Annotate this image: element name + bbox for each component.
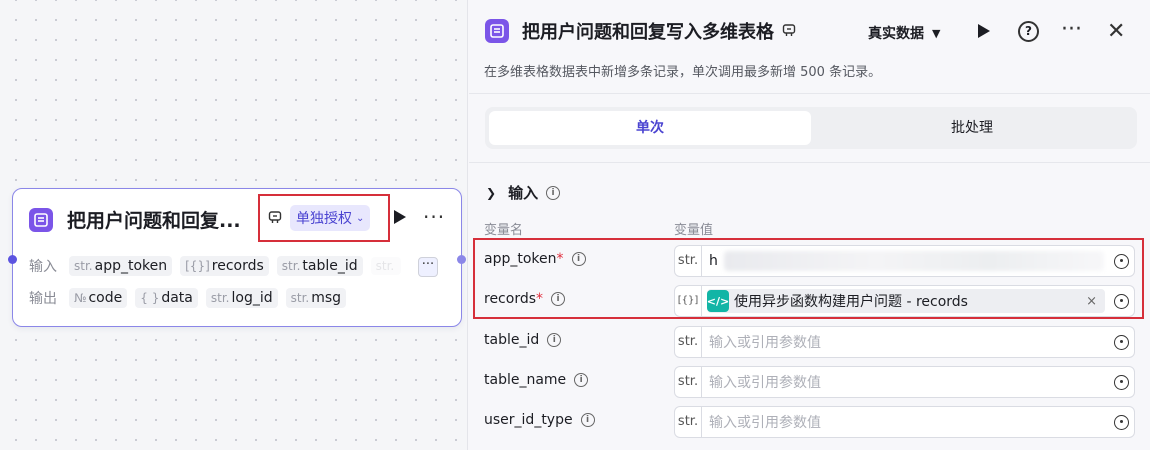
caret-down-icon: ▼ [932,26,941,40]
more-inputs-button[interactable]: ··· [418,257,438,277]
reference-chip[interactable]: </> 使用异步函数构建用户问题 - records × [707,289,1105,313]
panel-title: 把用户问题和回复写入多维表格 [522,22,774,43]
reference-target-icon[interactable] [1114,374,1129,390]
placeholder-text: 输入或引用参数值 [709,375,821,391]
param-value: h [709,253,718,269]
info-icon[interactable]: i [571,252,586,266]
param-row: table_name i str. 输入或引用参数值 [484,366,1135,398]
output-label: 输出 [29,291,57,307]
param-name: table_id [484,332,540,348]
type-label: str. [675,407,702,437]
auth-label: 单独授权 [296,211,352,227]
output-tag: { } data [135,288,198,308]
param-name: table_name [484,372,567,388]
required-mark: * [536,291,544,307]
bitable-app-icon [485,19,509,43]
output-tag: str. log_id [205,288,278,308]
reference-target-icon[interactable] [1114,253,1129,269]
reference-target-icon[interactable] [1114,334,1129,350]
placeholder-text: 输入或引用参数值 [709,415,821,431]
table-name-input[interactable]: str. 输入或引用参数值 [674,366,1135,398]
divider [469,162,1150,163]
node-outputs-row: 输出 № code { } data str. log_id str. msg [29,288,354,308]
data-mode-dropdown[interactable]: 真实数据 ▼ [868,23,940,43]
chevron-down-icon: ❯ [486,185,497,200]
node-inputs-row: 输入 str. app_token [{}] records str. table_i… [29,256,409,276]
play-icon[interactable] [393,209,407,229]
node-more-icon[interactable]: ··· [423,205,445,229]
info-icon[interactable]: i [551,292,566,306]
output-tag: str. msg [285,288,347,308]
type-label: str. [675,246,702,276]
node-output-port[interactable] [457,255,466,264]
param-name: user_id_type [484,412,573,428]
param-row: table_id i str. 输入或引用参数值 [484,326,1135,358]
reference-text: 使用异步函数构建用户问题 - records [734,294,968,310]
col-value-header: 变量值 [674,223,714,238]
section-title: 输入 [508,184,539,202]
help-icon[interactable]: ? [1018,21,1039,42]
node-config-panel: 把用户问题和回复写入多维表格 真实数据 ▼ ? ··· ✕ 在多维表格数据表中新… [469,0,1150,450]
workflow-node[interactable]: 把用户问题和回复... 单独授权 ⌄ ··· 输入 str. app_token … [8,188,466,327]
input-tag: str. table_id [276,256,363,276]
required-mark: * [556,251,564,267]
type-label: str. [675,327,702,357]
param-name: records [484,291,537,307]
reference-target-icon[interactable] [1114,414,1129,430]
data-mode-label: 真实数据 [868,26,924,42]
table-id-input[interactable]: str. 输入或引用参数值 [674,326,1135,358]
remove-reference-icon[interactable]: × [1086,294,1097,309]
col-name-header: 变量名 [484,223,524,238]
divider [469,93,1150,94]
node-input-port[interactable] [8,255,17,264]
chevron-down-icon: ⌄ [356,212,365,224]
app-token-input[interactable]: str. h [674,245,1135,277]
info-icon[interactable]: i [580,413,595,427]
mode-tabs: 单次 批处理 [485,107,1137,149]
placeholder-text: 输入或引用参数值 [709,335,821,351]
user-id-type-input[interactable]: str. 输入或引用参数值 [674,406,1135,438]
param-row: user_id_type i str. 输入或引用参数值 [484,406,1135,438]
output-tag: № code [69,288,128,308]
param-row: app_token * i str. h [484,245,1135,277]
input-tag: str. [370,257,402,275]
type-label: str. [675,367,702,397]
input-section-header[interactable]: ❯ 输入 i [486,182,561,203]
plugin-icon [782,22,796,41]
auth-highlight: 单独授权 ⌄ [258,194,390,242]
code-icon: </> [707,290,729,312]
panel-description: 在多维表格数据表中新增多条记录，单次调用最多新增 500 条记录。 [484,65,882,80]
redacted-value [723,251,1104,271]
close-icon[interactable]: ✕ [1107,19,1125,44]
param-row: records * i [{}] </> 使用异步函数构建用户问题 - record… [484,285,1135,317]
workflow-canvas[interactable]: 把用户问题和回复... 单独授权 ⌄ ··· 输入 str. app_token … [0,0,468,450]
records-input[interactable]: [{}] </> 使用异步函数构建用户问题 - records × [674,285,1135,317]
input-tag: str. app_token [69,256,173,276]
input-label: 输入 [29,259,57,275]
node-title: 把用户问题和回复... [67,210,241,232]
tab-batch[interactable]: 批处理 [811,111,1133,145]
param-name: app_token [484,251,557,267]
reference-target-icon[interactable] [1114,293,1129,309]
auth-dropdown[interactable]: 单独授权 ⌄ [290,205,371,231]
info-icon[interactable]: i [546,185,561,200]
run-icon[interactable] [977,23,991,43]
info-icon[interactable]: i [574,373,589,387]
tab-single[interactable]: 单次 [489,111,811,145]
input-tag: [{}] records [180,256,269,276]
info-icon[interactable]: i [547,333,562,347]
bitable-app-icon [29,207,53,232]
type-label: [{}] [675,286,702,316]
more-icon[interactable]: ··· [1061,17,1082,42]
plugin-icon [268,209,282,228]
